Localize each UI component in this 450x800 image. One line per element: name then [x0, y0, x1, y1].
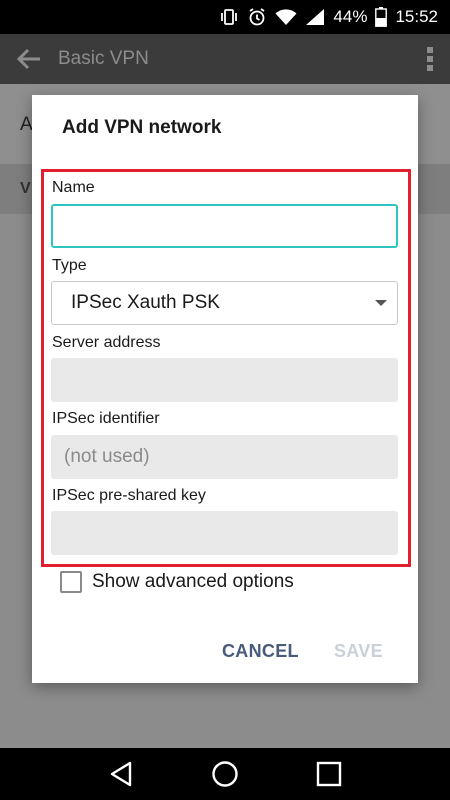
dropdown-arrow-icon: [375, 300, 387, 306]
back-arrow-icon: [16, 48, 40, 70]
show-advanced-options-row[interactable]: Show advanced options: [60, 569, 294, 595]
ipsec-psk-input[interactable]: [51, 511, 398, 555]
add-vpn-dialog: Add VPN network Name Type IPSec Xauth PS…: [32, 95, 418, 683]
overflow-menu-button[interactable]: [410, 47, 450, 71]
navigation-bar: [0, 748, 450, 800]
recents-square-icon[interactable]: [316, 761, 342, 787]
back-button[interactable]: [0, 48, 58, 70]
app-bar-title: Basic VPN: [58, 48, 149, 69]
alarm-icon: [249, 8, 265, 26]
ipsec-identifier-input[interactable]: [51, 435, 398, 479]
type-dropdown[interactable]: IPSec Xauth PSK: [51, 281, 398, 325]
server-address-input[interactable]: [51, 358, 398, 402]
background-section-text: V: [20, 180, 31, 197]
vibrate-icon: [221, 9, 238, 25]
battery-icon: [375, 7, 388, 27]
ipsec-psk-label: IPSec pre-shared key: [52, 487, 206, 504]
wifi-icon: [275, 9, 297, 25]
ipsec-identifier-label: IPSec identifier: [52, 410, 160, 427]
back-triangle-icon[interactable]: [108, 761, 134, 787]
overflow-menu-icon: [427, 47, 433, 71]
status-bar: 44% 15:52: [0, 0, 450, 34]
type-dropdown-value: IPSec Xauth PSK: [71, 292, 220, 313]
dialog-title: Add VPN network: [62, 117, 222, 138]
cancel-button[interactable]: CANCEL: [222, 641, 299, 662]
server-address-label: Server address: [52, 334, 161, 351]
signal-icon: [306, 9, 325, 25]
home-circle-icon[interactable]: [211, 760, 239, 788]
clock: 15:52: [395, 7, 438, 26]
save-button[interactable]: SAVE: [334, 641, 383, 662]
app-bar: Basic VPN: [0, 34, 450, 84]
name-label: Name: [52, 179, 95, 196]
type-label: Type: [52, 257, 87, 274]
battery-percent: 44%: [333, 7, 368, 26]
show-advanced-checkbox[interactable]: [60, 571, 82, 593]
name-input[interactable]: [51, 204, 398, 248]
background-item-text: A: [20, 114, 33, 135]
show-advanced-label: Show advanced options: [92, 571, 294, 592]
